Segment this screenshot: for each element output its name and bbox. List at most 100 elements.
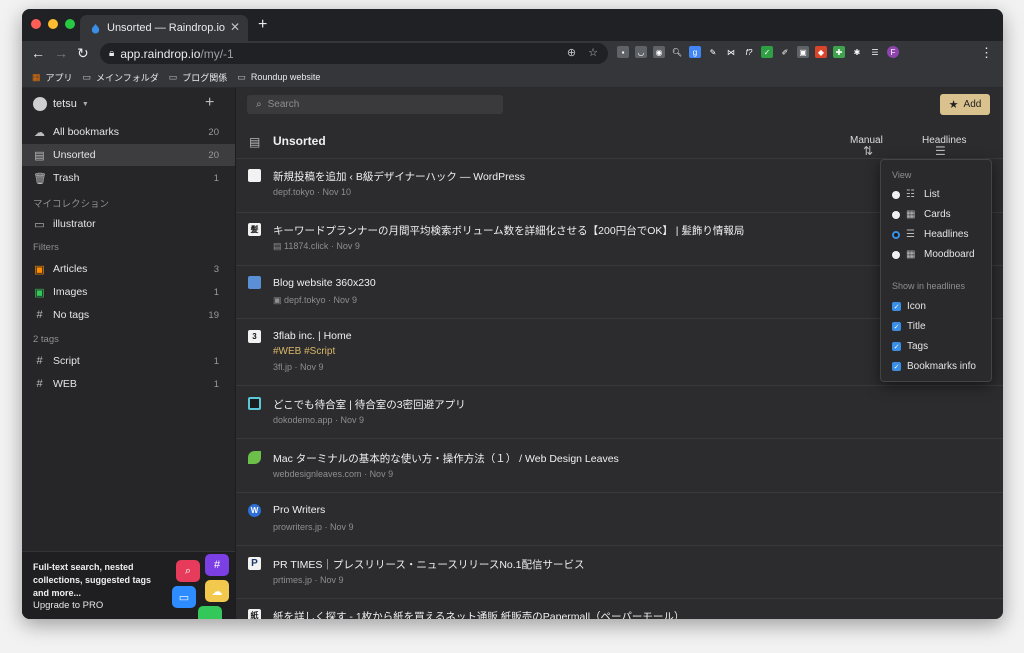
sidebar-item-trash[interactable]: 🗑︎ Trash 1	[22, 167, 235, 189]
show-section-title: Show in headlines	[892, 281, 966, 291]
show-option-bookmarks-info[interactable]: ✓ Bookmarks info	[892, 361, 976, 372]
font-icon[interactable]: f?	[743, 46, 755, 58]
add-icon[interactable]: ⊕	[567, 46, 576, 59]
bookmark-title[interactable]: Blog website 360x230	[273, 277, 376, 289]
browser-toolbar: ← → ↻ 🔒︎ app.raindrop.io/my/-1 ⊕ ☆ ▪ ◡ ◉…	[22, 41, 1003, 67]
bookmark-tags[interactable]: #WEB #Script	[273, 346, 335, 357]
bookmark-title[interactable]: Pro Writers	[273, 504, 325, 516]
bookmark-info: prowriters.jp · Nov 9	[273, 522, 354, 532]
puzzle-icon[interactable]: ✱	[851, 46, 863, 58]
brush-icon[interactable]: ✎	[707, 46, 719, 58]
radio-button[interactable]	[892, 250, 900, 259]
bookmark-row[interactable]: Mac ターミナルの基本的な使い方・操作方法（１） / Web Design L…	[236, 439, 1003, 493]
tag-extension-icon[interactable]: ◆	[815, 46, 827, 58]
checkbox-checked[interactable]: ✓	[892, 362, 901, 371]
headlines-view-icon: ☰	[906, 229, 915, 240]
view-option-cards[interactable]: ▦ Cards	[892, 209, 951, 220]
bookmark-title[interactable]: 新規投稿を追加 ‹ B級デザイナーハック — WordPress	[273, 169, 525, 184]
bookmark-apps[interactable]: ▦ アプリ	[32, 71, 73, 84]
bookmark-folder[interactable]: ▭ Roundup website	[237, 72, 320, 83]
profile-avatar-icon[interactable]: F	[887, 46, 899, 58]
add-button[interactable]: ★ Add	[940, 94, 990, 115]
view-option-headlines[interactable]: ☰ Headlines	[892, 229, 968, 240]
sidebar-item-images[interactable]: ▣ Images 1	[22, 281, 235, 303]
bookmark-row[interactable]: P PR TIMES｜プレスリリース・ニュースリリースNo.1配信サービス pr…	[236, 546, 1003, 599]
magnifier-icon[interactable]: 🔍︎	[671, 46, 683, 58]
bookmark-extension-icon[interactable]: ⋈	[725, 46, 737, 58]
close-window-button[interactable]	[31, 19, 41, 29]
minimize-window-button[interactable]	[48, 19, 58, 29]
bookmark-row[interactable]: 紙 紙を詳しく探す - 1枚から紙を買えるネット通販 紙販売のPapermall…	[236, 599, 1003, 619]
sidebar-item-tag-script[interactable]: # Script 1	[22, 350, 235, 372]
show-option-tags[interactable]: ✓ Tags	[892, 341, 928, 352]
bookmark-title[interactable]: 紙を詳しく探す - 1枚から紙を買えるネット通販 紙販売のPapermall（ペ…	[273, 609, 684, 619]
bookmark-title[interactable]: どこでも待合室 | 待合室の3密回避アプリ	[273, 397, 466, 412]
sort-button[interactable]: ⇅ Manual	[850, 135, 883, 158]
cloud-tile-icon: ☁	[205, 580, 229, 602]
sidebar-item-all-bookmarks[interactable]: ☁ All bookmarks 20	[22, 121, 235, 143]
pen-icon[interactable]: ✐	[779, 46, 791, 58]
screenshot-icon[interactable]: ▣	[797, 46, 809, 58]
search-input[interactable]: ⌕ Search	[247, 95, 503, 114]
check-extension-icon[interactable]: ✓	[761, 46, 773, 58]
close-tab-icon[interactable]: ✕	[230, 20, 240, 34]
checkbox-checked[interactable]: ✓	[892, 322, 901, 331]
bookmark-folder[interactable]: ▭ ブログ関係	[169, 71, 228, 84]
bookmark-title[interactable]: 3flab inc. | Home	[273, 330, 352, 342]
add-collection-button[interactable]: +	[205, 94, 214, 112]
checkbox-checked[interactable]: ✓	[892, 342, 901, 351]
sidebar-item-illustrator[interactable]: ▭ illustrator	[22, 213, 235, 235]
user-menu[interactable]: tetsu ▼	[33, 97, 89, 111]
view-option-moodboard[interactable]: ▦ Moodboard	[892, 249, 975, 260]
checkbox-checked[interactable]: ✓	[892, 302, 901, 311]
star-bookmark-icon[interactable]: ☆	[588, 46, 598, 59]
view-option-list[interactable]: ☷ List	[892, 189, 940, 200]
more-menu-icon[interactable]: ⋮	[980, 45, 993, 61]
sidebar-item-tag-web[interactable]: # WEB 1	[22, 373, 235, 395]
view-mode-button[interactable]: ☰ Headlines	[922, 135, 966, 158]
sidebar-item-articles[interactable]: ▣ Articles 3	[22, 258, 235, 280]
upgrade-link[interactable]: Upgrade to PRO	[33, 600, 103, 611]
back-arrow-icon[interactable]: ←	[31, 45, 45, 61]
search-tile-icon: ⌕	[176, 560, 200, 582]
upgrade-promo[interactable]: Full-text search, nested collections, su…	[22, 551, 235, 619]
raindrop-logo-icon	[91, 23, 100, 34]
hash-tile-icon: #	[205, 554, 229, 576]
browser-tab[interactable]: Unsorted — Raindrop.io ✕	[80, 15, 248, 41]
camera-icon[interactable]: ◉	[653, 46, 665, 58]
google-extension-icon[interactable]: g	[689, 46, 701, 58]
bookmark-info: dokodemo.app · Nov 9	[273, 415, 365, 425]
cloud-icon: ☁	[34, 126, 45, 139]
bookmark-title[interactable]: PR TIMES｜プレスリリース・ニュースリリースNo.1配信サービス	[273, 557, 585, 572]
filters-section-title[interactable]: Filters	[33, 242, 59, 253]
bookmark-folder[interactable]: ▭ メインフォルダ	[83, 71, 159, 84]
tags-section-title[interactable]: 2 tags	[33, 334, 59, 345]
address-bar[interactable]: 🔒︎ app.raindrop.io/my/-1 ⊕ ☆	[100, 43, 608, 64]
bookmark-title[interactable]: キーワードプランナーの月間平均検索ボリューム数を詳細化させる【200円台でOK】…	[273, 223, 744, 238]
collections-section-title[interactable]: マイコレクション	[33, 196, 109, 210]
maximize-window-button[interactable]	[65, 19, 75, 29]
radio-button[interactable]	[892, 190, 900, 199]
page-title: Unsorted	[273, 134, 326, 148]
browser-window: Unsorted — Raindrop.io ✕ + ← → ↻ 🔒︎ app.…	[22, 9, 1003, 619]
reload-icon[interactable]: ↻	[77, 45, 89, 62]
bookmark-row[interactable]: どこでも待合室 | 待合室の3密回避アプリ dokodemo.app · Nov…	[236, 386, 1003, 439]
forward-arrow-icon[interactable]: →	[54, 45, 68, 61]
radio-button-selected[interactable]	[892, 230, 900, 239]
bookmark-title[interactable]: Mac ターミナルの基本的な使い方・操作方法（１） / Web Design L…	[273, 451, 619, 466]
page-favicon-icon: 髪	[248, 223, 261, 236]
headlines-icon: ☰	[935, 144, 946, 158]
sidebar-item-no-tags[interactable]: # No tags 19	[22, 304, 235, 326]
sidebar-item-unsorted[interactable]: ▤ Unsorted 20	[22, 144, 235, 166]
radio-button[interactable]	[892, 210, 900, 219]
bookmark-row[interactable]: W Pro Writers prowriters.jp · Nov 9	[236, 493, 1003, 546]
puzzle-green-icon[interactable]: ✚	[833, 46, 845, 58]
tab-title: Unsorted — Raindrop.io	[107, 22, 226, 34]
extension-icon[interactable]: ▪	[617, 46, 629, 58]
show-option-icon[interactable]: ✓ Icon	[892, 301, 926, 312]
show-option-title[interactable]: ✓ Title	[892, 321, 926, 332]
new-tab-button[interactable]: +	[258, 16, 267, 34]
trash-icon: 🗑︎	[33, 172, 47, 185]
pocket-icon[interactable]: ◡	[635, 46, 647, 58]
queue-icon[interactable]: ☰	[869, 46, 881, 58]
